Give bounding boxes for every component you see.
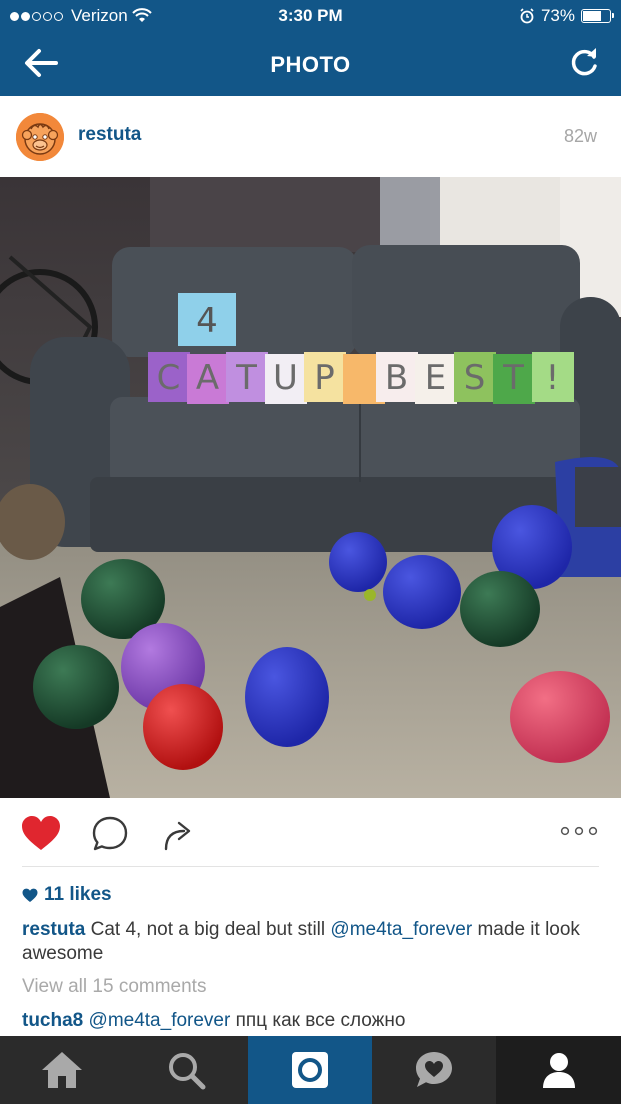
sign-letter: A (196, 358, 219, 398)
tab-activity[interactable] (372, 1036, 496, 1104)
camera-icon (292, 1052, 328, 1088)
tab-profile[interactable] (496, 1036, 621, 1104)
comment-row: tucha8 @me4ta_forever ппц как все сложно (22, 1010, 405, 1032)
tab-camera[interactable] (248, 1036, 372, 1104)
comment-text: ппц как все сложно (230, 1010, 406, 1031)
sign-letter: C (157, 358, 181, 398)
caption-mention[interactable]: @me4ta_forever (330, 919, 472, 940)
post-header: restuta 82w (0, 96, 621, 176)
sign-letter: B (385, 358, 408, 398)
action-divider (22, 866, 599, 867)
status-bar: Verizon 3:30 PM 73% (0, 0, 621, 32)
likes-text: 11 likes (44, 884, 112, 905)
search-icon (169, 1053, 206, 1090)
sign-letter: P (314, 358, 335, 398)
refresh-icon (571, 48, 597, 76)
top-bar: Verizon 3:30 PM 73% PHOTO (0, 0, 621, 96)
comment-username[interactable]: tucha8 (22, 1010, 83, 1031)
tab-bar (0, 1036, 621, 1104)
sign-letter: T (235, 358, 257, 398)
comment-icon (92, 816, 128, 851)
sign-letter: S (464, 358, 486, 398)
sign-letter: U (273, 358, 298, 398)
more-button[interactable] (559, 824, 599, 838)
comment-mention[interactable]: @me4ta_forever (89, 1010, 231, 1031)
caption: restuta Cat 4, not a big deal but still … (22, 918, 602, 966)
sign-letter: ! (546, 358, 560, 398)
refresh-button[interactable] (565, 44, 603, 82)
monkey-avatar-icon (16, 113, 64, 161)
sign-top-text: 4 (196, 301, 218, 341)
alarm-icon (520, 8, 534, 24)
sign-letter: E (425, 358, 446, 398)
tab-home[interactable] (0, 1036, 124, 1104)
share-icon (164, 821, 191, 851)
page-title: PHOTO (270, 52, 351, 77)
view-all-comments-link[interactable]: View all 15 comments (22, 976, 206, 998)
home-icon (42, 1052, 82, 1088)
sign-row: C A T U P B E S T! (148, 352, 574, 404)
caption-username[interactable]: restuta (22, 919, 85, 940)
likes-count[interactable]: 11 likes (22, 884, 112, 906)
comment-button[interactable] (90, 815, 130, 853)
tab-explore[interactable] (124, 1036, 248, 1104)
post-photo[interactable]: 4 C A T U P B E S T! (0, 177, 621, 798)
caption-text-before: Cat 4, not a big deal but still (85, 919, 331, 940)
sign-letter: T (502, 358, 524, 398)
person-icon (542, 1053, 575, 1088)
heart-bubble-icon (416, 1052, 452, 1087)
status-right: 73% (519, 6, 614, 26)
small-heart-icon (22, 888, 38, 902)
post-age: 82w (563, 126, 597, 146)
like-button[interactable] (20, 815, 62, 853)
battery-percent: 73% (540, 6, 575, 25)
avatar[interactable] (16, 113, 64, 161)
post-username[interactable]: restuta (78, 124, 141, 146)
more-icon (560, 826, 598, 836)
action-bar (0, 798, 621, 868)
photo-image: 4 C A T U P B E S T! (0, 177, 621, 798)
heart-icon (22, 816, 60, 850)
battery-icon (581, 9, 614, 23)
share-button[interactable] (162, 815, 196, 853)
